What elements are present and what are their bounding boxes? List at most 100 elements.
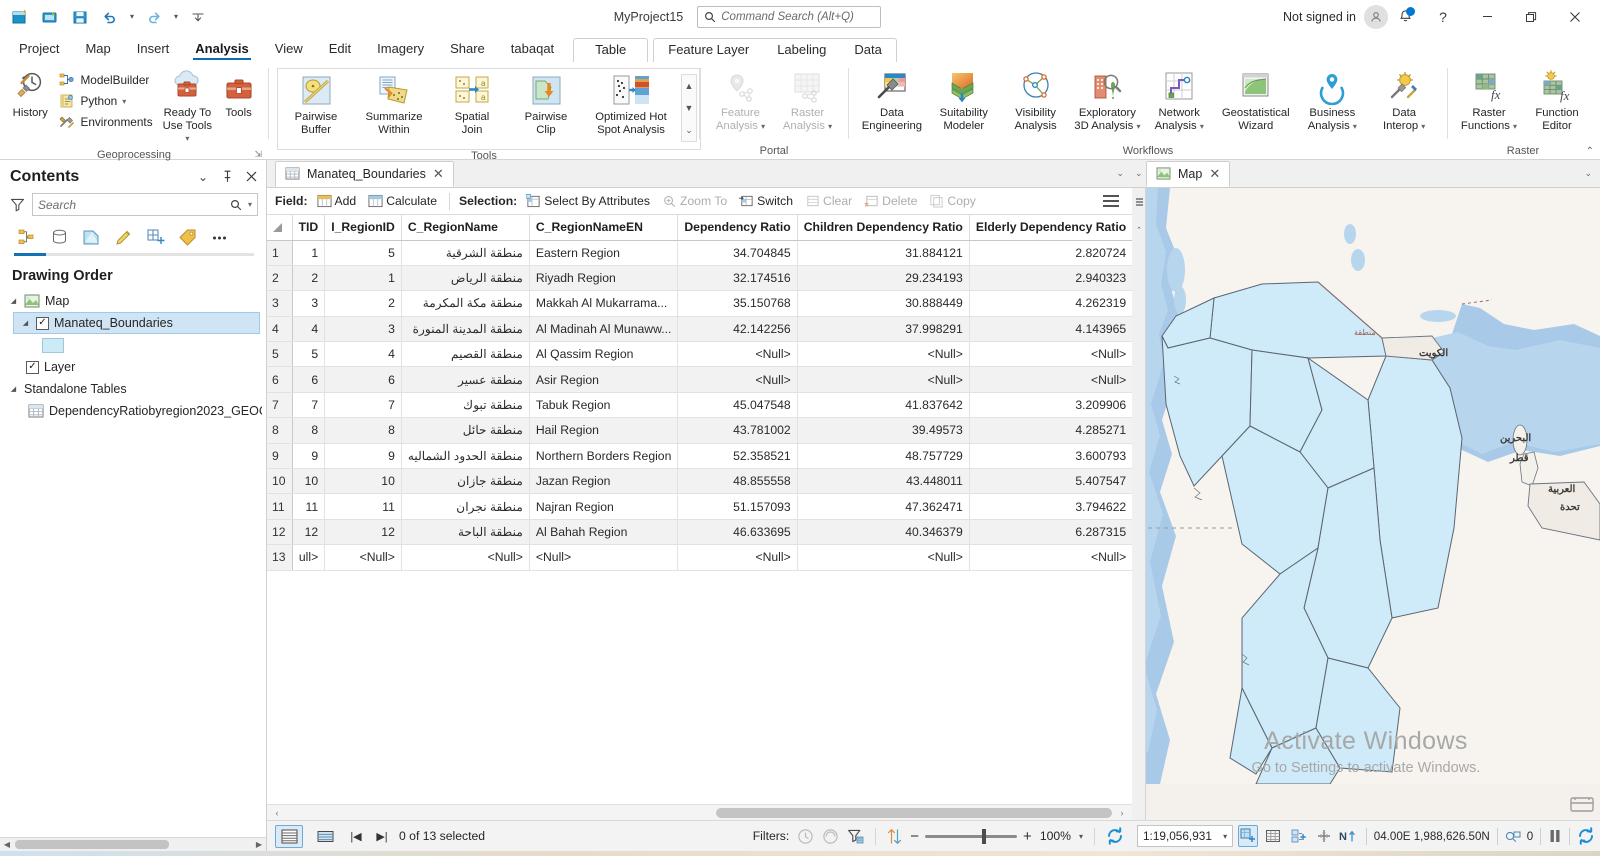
select-tool-icon[interactable] xyxy=(1289,825,1309,847)
cell-dependency[interactable]: 42.142256 xyxy=(677,316,798,343)
business-analysis-dropdown-icon[interactable]: ▾ xyxy=(1353,122,1357,131)
cell-regionid[interactable]: 3 xyxy=(324,316,402,343)
gallery-expand-icon[interactable]: ⌄ xyxy=(682,119,696,141)
raster-analysis-button[interactable]: Raster Analysis ▾ xyxy=(775,66,840,136)
cell-children[interactable]: <Null> xyxy=(797,544,970,571)
zoom-track[interactable] xyxy=(925,828,1018,844)
row-number-cell[interactable]: 7 xyxy=(267,392,293,419)
column-header-regionname[interactable]: C_RegionName xyxy=(401,215,530,241)
table-row[interactable]: 2 2 1 منطقة الرياض Riyadh Region 32.174516 29.… xyxy=(267,265,1132,292)
table-row[interactable]: 7 7 7 منطقة تبوك Tabuk Region 45.047548 41.837… xyxy=(267,392,1132,419)
undo-icon[interactable] xyxy=(96,4,124,30)
zoom-thumb[interactable] xyxy=(982,828,987,844)
row-number-cell[interactable]: 13 xyxy=(267,544,293,571)
cell-regionid[interactable]: 11 xyxy=(324,493,402,520)
cell-children[interactable]: 40.346379 xyxy=(797,519,970,546)
tab-map[interactable]: Map xyxy=(72,39,123,62)
raster-functions-button[interactable]: fx Raster Functions ▾ xyxy=(1456,66,1522,136)
expander-icon[interactable]: ◢ xyxy=(20,319,31,327)
table-row[interactable]: 13 ull> <Null> <Null> <Null> <Null> <Null> <Nul… xyxy=(267,544,1132,571)
tools-button[interactable]: Tools xyxy=(217,66,260,123)
tree-item-map[interactable]: ◢ Map xyxy=(0,290,266,312)
cell-children[interactable]: 39.49573 xyxy=(797,417,970,444)
cell-regionid[interactable]: <Null> xyxy=(324,544,402,571)
tree-item-layer[interactable]: ✓ Layer xyxy=(0,356,266,378)
history-button[interactable]: History xyxy=(8,66,52,123)
chevron-down-icon[interactable]: ⌄ xyxy=(194,168,212,186)
zoom-in-button[interactable]: + xyxy=(1023,828,1032,845)
scroll-right-icon[interactable]: ▶ xyxy=(252,840,266,849)
scroll-left-icon[interactable]: ‹ xyxy=(269,808,285,818)
cell-children[interactable]: 31.884121 xyxy=(797,240,970,266)
open-project-icon[interactable] xyxy=(36,4,64,30)
redo-icon[interactable] xyxy=(140,4,168,30)
tab-insert[interactable]: Insert xyxy=(124,39,183,62)
clear-selection-button[interactable]: Clear xyxy=(802,193,855,209)
row-number-cell[interactable]: 6 xyxy=(267,366,293,393)
minimize-button[interactable] xyxy=(1466,2,1508,32)
feature-analysis-dropdown-icon[interactable]: ▾ xyxy=(761,122,765,131)
raster-analysis-dropdown-icon[interactable]: ▾ xyxy=(828,122,832,131)
tab-project[interactable]: Project xyxy=(6,39,72,62)
cell-elderly[interactable]: <Null> xyxy=(969,544,1132,571)
layer-visibility-checkbox[interactable]: ✓ xyxy=(26,360,39,374)
row-number-cell[interactable]: 9 xyxy=(267,443,293,470)
chevron-down-icon[interactable]: ▾ xyxy=(1079,832,1083,841)
first-record-button[interactable]: |◀ xyxy=(347,830,365,843)
python-dropdown-icon[interactable]: ▾ xyxy=(122,97,126,106)
cell-regionname_en[interactable]: Tabuk Region xyxy=(529,392,679,419)
filter-icon[interactable] xyxy=(10,197,25,212)
pairwise-buffer-button[interactable]: Pairwise Buffer xyxy=(279,70,353,139)
cell-dependency[interactable]: 51.157093 xyxy=(677,493,798,520)
cell-regionid[interactable]: 8 xyxy=(324,417,402,444)
function-editor-button[interactable]: fx Function Editor xyxy=(1524,66,1590,135)
row-number-cell[interactable]: 4 xyxy=(267,316,293,343)
cell-dependency[interactable]: 43.781002 xyxy=(677,417,798,444)
cell-dependency[interactable]: <Null> xyxy=(677,366,798,393)
cell-elderly[interactable]: 4.285271 xyxy=(969,417,1132,444)
map-tabstrip-expand-icon[interactable]: ⌄ xyxy=(1584,168,1592,179)
cell-regionname_en[interactable]: Hail Region xyxy=(529,417,679,444)
cell-objectid[interactable]: 12 xyxy=(292,519,326,546)
pairwise-clip-button[interactable]: Pairwise Clip xyxy=(509,70,583,139)
cell-dependency[interactable]: 46.633695 xyxy=(677,519,798,546)
measure-tool-icon[interactable] xyxy=(1314,825,1334,847)
cell-elderly[interactable]: <Null> xyxy=(969,341,1132,368)
ctx-tab-data[interactable]: Data xyxy=(840,39,895,62)
cell-dependency[interactable]: 45.047548 xyxy=(677,392,798,419)
close-button[interactable] xyxy=(1554,2,1596,32)
cell-regionname_ar[interactable]: منطقة حائل xyxy=(401,417,530,444)
help-button[interactable]: ? xyxy=(1422,2,1464,32)
network-analysis-dropdown-icon[interactable]: ▾ xyxy=(1200,122,1204,131)
row-number-cell[interactable]: 8 xyxy=(267,417,293,444)
column-header-children-dependency-ratio[interactable]: Children Dependency Ratio xyxy=(797,215,970,241)
cell-dependency[interactable]: <Null> xyxy=(677,544,798,571)
layer-visibility-checkbox[interactable]: ✓ xyxy=(36,316,49,330)
raster-functions-dropdown-icon[interactable]: ▾ xyxy=(1513,122,1517,131)
zoom-out-button[interactable]: − xyxy=(910,828,919,845)
new-project-icon[interactable] xyxy=(6,4,34,30)
list-by-drawing-order-icon[interactable] xyxy=(14,225,40,249)
map-tab[interactable]: Map ✕ xyxy=(1146,161,1231,187)
table-row[interactable]: 9 9 9 منطقة الحدود الشماليه Northern Borders… xyxy=(267,443,1132,470)
cell-regionname_ar[interactable]: منطقة القصيم xyxy=(401,341,530,368)
cell-regionname_en[interactable]: Riyadh Region xyxy=(529,265,679,292)
data-interop-dropdown-icon[interactable]: ▾ xyxy=(1421,122,1425,131)
map-canvas[interactable]: الكويت منطقة البحرين قطر العربية تحدة ⌃ … xyxy=(1132,188,1600,820)
table-row[interactable]: 4 4 3 منطقة المدينة المنورة Al Madinah Al Mu… xyxy=(267,316,1132,343)
tab-view[interactable]: View xyxy=(262,39,316,62)
table-row[interactable]: 1 1 5 منطقة الشرقية Eastern Region 34.704845 3… xyxy=(267,240,1132,266)
map-side-menu-icon[interactable] xyxy=(1132,188,1146,216)
cell-elderly[interactable]: 3.209906 xyxy=(969,392,1132,419)
scrollbar-thumb[interactable] xyxy=(15,840,169,849)
cell-elderly[interactable]: <Null> xyxy=(969,366,1132,393)
cell-regionname_en[interactable]: Najran Region xyxy=(529,493,679,520)
refresh-icon[interactable] xyxy=(1106,827,1124,845)
tree-item-symbol[interactable] xyxy=(0,334,266,356)
filter-time-icon[interactable] xyxy=(797,828,814,845)
tree-item-manateq-boundaries[interactable]: ◢ ✓ Manateq_Boundaries xyxy=(13,312,260,334)
zoom-level-combo[interactable]: 100% ▾ xyxy=(1040,829,1083,843)
cell-children[interactable]: 47.362471 xyxy=(797,493,970,520)
zoom-to-button[interactable]: Zoom To xyxy=(659,193,730,209)
refresh-icon[interactable] xyxy=(1577,827,1595,845)
